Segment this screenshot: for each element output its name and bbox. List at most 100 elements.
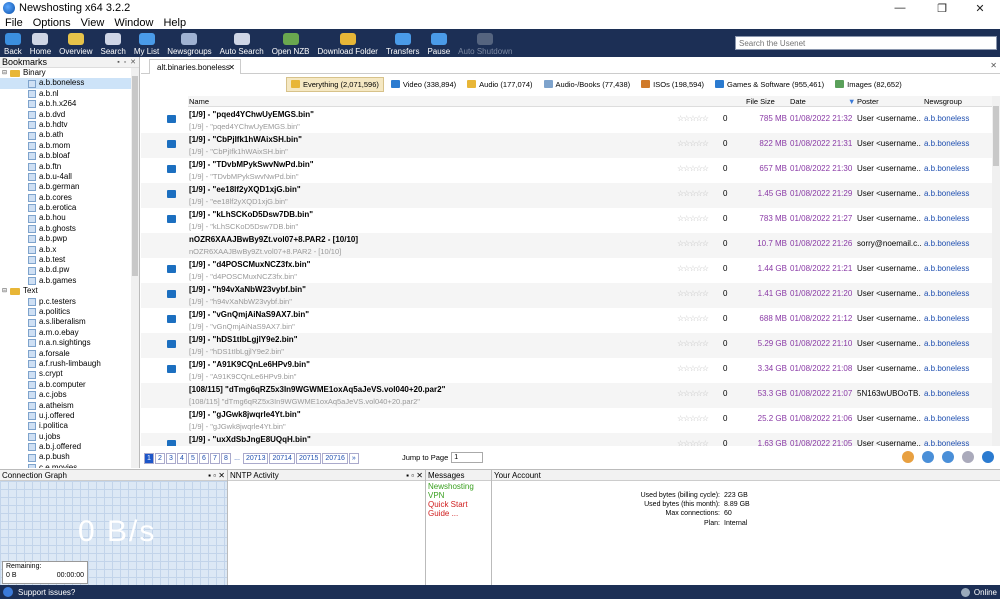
menu-options[interactable]: Options xyxy=(28,17,76,29)
rating-stars-icon[interactable]: ☆☆☆☆☆ xyxy=(677,389,709,398)
row-newsgroup[interactable]: a.b.boneless xyxy=(924,264,969,273)
search-button[interactable]: Search xyxy=(96,29,129,57)
filter-images[interactable]: Images (82,652) xyxy=(831,77,906,92)
collapse-icon[interactable]: ⊟ xyxy=(2,286,10,296)
rating-stars-icon[interactable]: ☆☆☆☆☆ xyxy=(677,214,709,223)
page-6-button[interactable]: 6 xyxy=(199,452,209,464)
maximize-button[interactable]: ❐ xyxy=(922,0,962,16)
open-nzb-button[interactable]: Open NZB xyxy=(268,29,314,57)
column-newsgroup[interactable]: Newsgroup xyxy=(924,97,962,106)
bookmarks-scroll-thumb[interactable] xyxy=(132,76,138,276)
page-20715-button[interactable]: 20715 xyxy=(295,452,322,464)
back-button[interactable]: Back xyxy=(0,29,26,57)
column-file-size[interactable]: File Size xyxy=(746,97,775,106)
bookmark-item[interactable]: a.b.x xyxy=(0,245,139,255)
back-arrow-icon[interactable] xyxy=(962,451,974,463)
bookmark-item[interactable]: a.s.liberalism xyxy=(0,317,139,327)
next-page-button[interactable]: » xyxy=(348,452,359,464)
row-newsgroup[interactable]: a.b.boneless xyxy=(924,439,969,446)
folder-binary[interactable]: ⊟ Binary xyxy=(0,68,139,78)
bookmark-item[interactable]: a.c.jobs xyxy=(0,390,139,400)
rating-stars-icon[interactable]: ☆☆☆☆☆ xyxy=(677,314,709,323)
bookmark-item[interactable]: a.b.d.pw xyxy=(0,265,139,275)
settings-icon[interactable] xyxy=(902,451,914,463)
bookmark-item[interactable]: p.c.testers xyxy=(0,297,139,307)
table-row[interactable]: [1/9] - "d4POSCMuxNCZ3fx.bin" [1/9] - "d4… xyxy=(141,258,992,283)
download-folder-button[interactable]: Download Folder xyxy=(313,29,381,57)
filter-audio-books[interactable]: Audio-/Books (77,438) xyxy=(540,77,635,92)
bookmark-item[interactable]: a.b.dvd xyxy=(0,110,139,120)
jump-page-input[interactable] xyxy=(451,452,484,463)
bookmark-item[interactable]: a.b.games xyxy=(0,276,139,286)
rating-stars-icon[interactable]: ☆☆☆☆☆ xyxy=(677,414,709,423)
table-row[interactable]: [1/9] - "ee18lf2yXQD1xjG.bin" [1/9] - "ee… xyxy=(141,183,992,208)
bookmark-item[interactable]: a.b.h.x264 xyxy=(0,99,139,109)
connection-pane-controls[interactable]: ▪ ▫ ✕ xyxy=(208,471,225,480)
rating-stars-icon[interactable]: ☆☆☆☆☆ xyxy=(677,239,709,248)
table-row[interactable]: [1/9] - "vGnQmjAiNaS9AX7.bin" [1/9] - "vG… xyxy=(141,308,992,333)
collapse-icon[interactable]: ⊟ xyxy=(2,68,10,78)
help-icon[interactable] xyxy=(3,587,13,597)
rating-stars-icon[interactable]: ☆☆☆☆☆ xyxy=(677,364,709,373)
row-newsgroup[interactable]: a.b.boneless xyxy=(924,239,969,248)
filter-games-software[interactable]: Games & Software (955,461) xyxy=(711,77,828,92)
bookmark-item[interactable]: a.atheism xyxy=(0,401,139,411)
bookmark-item[interactable]: a.b.ath xyxy=(0,130,139,140)
table-row[interactable]: [1/9] - "CbPjIfk1hWAixSH.bin" [1/9] - "Cb… xyxy=(141,133,992,158)
bookmark-item[interactable]: a.b.german xyxy=(0,182,139,192)
table-row[interactable]: nOZR6XAAJBwBy9Zt.vol07+8.PAR2 - [10/10] n… xyxy=(141,233,992,258)
page-8-button[interactable]: 8 xyxy=(221,452,231,464)
tab-close-icon[interactable]: ✕ xyxy=(228,63,235,72)
bookmarks-scrollbar[interactable] xyxy=(131,68,139,468)
bookmark-item[interactable]: a.b.nl xyxy=(0,89,139,99)
page-20716-button[interactable]: 20716 xyxy=(322,452,348,464)
row-newsgroup[interactable]: a.b.boneless xyxy=(924,189,969,198)
page-20714-button[interactable]: 20714 xyxy=(269,452,295,464)
bookmark-item[interactable]: c.e.movies xyxy=(0,463,139,468)
column-poster[interactable]: Poster xyxy=(857,97,879,106)
table-row[interactable]: [1/9] - "gJGwk8jwqrle4Yt.bin" [1/9] - "gJ… xyxy=(141,408,992,433)
bookmark-item[interactable]: a.b.computer xyxy=(0,380,139,390)
table-row[interactable]: [1/9] - "TDvbMPykSwvNwPd.bin" [1/9] - "TD… xyxy=(141,158,992,183)
bookmark-item[interactable]: a.b.pwp xyxy=(0,234,139,244)
close-button[interactable]: ✕ xyxy=(960,0,1000,16)
message-vpn[interactable]: Newshosting VPN xyxy=(428,482,489,500)
newsgroups-button[interactable]: Newsgroups xyxy=(163,29,215,57)
table-row[interactable]: [1/9] - "A91K9CQnLe6HPv9.bin" [1/9] - "A9… xyxy=(141,358,992,383)
transfers-button[interactable]: Transfers xyxy=(382,29,424,57)
filter-video[interactable]: Video (338,894) xyxy=(387,77,460,92)
column-name[interactable]: Name xyxy=(189,97,209,106)
menu-help[interactable]: Help xyxy=(158,17,191,29)
row-newsgroup[interactable]: a.b.boneless xyxy=(924,114,969,123)
home-button[interactable]: Home xyxy=(26,29,55,57)
row-newsgroup[interactable]: a.b.boneless xyxy=(924,139,969,148)
bookmark-item[interactable]: a.b.ghosts xyxy=(0,224,139,234)
bookmark-item[interactable]: u.jobs xyxy=(0,432,139,442)
bookmark-item[interactable]: a.b.hdtv xyxy=(0,120,139,130)
table-row[interactable]: [1/9] - "kLhSCKoD5Dsw7DB.bin" [1/9] - "kL… xyxy=(141,208,992,233)
bookmark-item[interactable]: a.f.rush-limbaugh xyxy=(0,359,139,369)
tab-newsgroup[interactable]: alt.binaries.boneless ✕ xyxy=(149,59,241,74)
row-newsgroup[interactable]: a.b.boneless xyxy=(924,364,969,373)
rating-stars-icon[interactable]: ☆☆☆☆☆ xyxy=(677,339,709,348)
bookmarks-panel-controls[interactable]: ▪ ▫ ✕ xyxy=(117,58,137,66)
usenet-search-input[interactable] xyxy=(739,38,979,48)
row-newsgroup[interactable]: a.b.boneless xyxy=(924,339,969,348)
page-2-button[interactable]: 2 xyxy=(155,452,165,464)
table-row[interactable]: [1/9] - "hDS1tIbLgjlY9e2.bin" [1/9] - "hD… xyxy=(141,333,992,358)
page-1-button[interactable]: 1 xyxy=(144,452,154,464)
minimize-button[interactable]: — xyxy=(880,0,920,16)
bookmark-item[interactable]: a.b.test xyxy=(0,255,139,265)
bookmark-item[interactable]: a.b.u-4all xyxy=(0,172,139,182)
bookmark-item[interactable]: a.b.bloaf xyxy=(0,151,139,161)
rating-stars-icon[interactable]: ☆☆☆☆☆ xyxy=(677,164,709,173)
usenet-search-box[interactable] xyxy=(735,36,997,50)
close-all-tabs-icon[interactable]: ✕ xyxy=(990,61,997,70)
menu-view[interactable]: View xyxy=(76,17,110,29)
page-4-button[interactable]: 4 xyxy=(177,452,187,464)
bookmark-item[interactable]: a.p.bush xyxy=(0,452,139,462)
row-newsgroup[interactable]: a.b.boneless xyxy=(924,214,969,223)
menu-file[interactable]: File xyxy=(0,17,28,29)
rating-stars-icon[interactable]: ☆☆☆☆☆ xyxy=(677,189,709,198)
bookmark-item[interactable]: a.b.erotica xyxy=(0,203,139,213)
